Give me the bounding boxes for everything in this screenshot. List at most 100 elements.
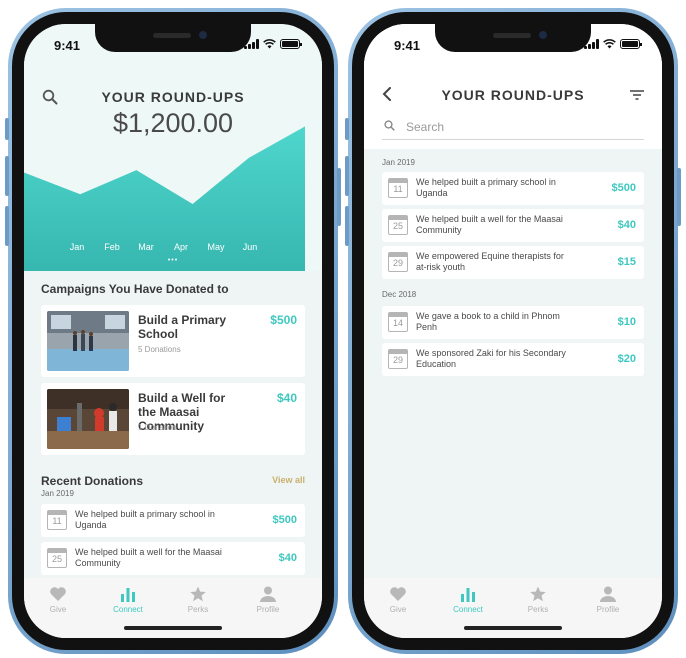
donation-text: We gave a book to a child in Phnom Penh [416, 311, 560, 332]
home-indicator [464, 626, 562, 630]
tab-connect[interactable]: Connect [438, 586, 498, 614]
star-icon [190, 586, 206, 602]
donation-amount: $40 [278, 552, 297, 564]
star-icon [530, 586, 546, 602]
donation-row[interactable]: 11 We helped built a primary school in U… [41, 504, 305, 537]
tab-bar: Give Connect Perks Profile [24, 578, 322, 638]
bezel: YOUR ROUND-UPS Jan 2019 [352, 12, 674, 650]
main-content: Campaigns You Have Donated to Build a Pr… [24, 271, 322, 578]
donation-text: We helped built a primary school in Ugan… [416, 177, 556, 198]
calendar-icon: 29 [388, 252, 408, 272]
roundups-area-chart: Jan Feb Mar Apr May Jun [24, 126, 305, 271]
power-button [337, 168, 341, 226]
calendar-icon: 29 [388, 349, 408, 369]
volume-up-button [5, 156, 9, 196]
donation-text: We empowered Equine therapists for at-ri… [416, 251, 564, 272]
heart-icon [50, 587, 66, 601]
notch [95, 24, 251, 52]
donation-row[interactable]: 25 We helped built a well for the Maasai… [382, 209, 644, 242]
battery-icon [620, 39, 642, 49]
donation-text: We sponsored Zaki for his Secondary Educ… [416, 348, 566, 369]
tab-bar: Give Connect Perks Profile [364, 578, 662, 638]
recent-date: Jan 2019 [41, 489, 74, 498]
donation-row[interactable]: 29 We empowered Equine therapists for at… [382, 246, 644, 279]
person-icon [600, 586, 616, 602]
group-date: Jan 2019 [382, 158, 415, 167]
donation-row[interactable]: 25 We helped built a well for the Maasai… [41, 542, 305, 575]
recent-donations-heading: Recent Donations [41, 474, 144, 488]
status-time: 9:41 [394, 38, 421, 53]
calendar-icon: 11 [47, 510, 67, 530]
home-indicator [124, 626, 222, 630]
donation-text: We helped built a well for the Maasai Co… [75, 547, 222, 568]
person-icon [260, 586, 276, 602]
notch [435, 24, 591, 52]
tab-give[interactable]: Give [28, 586, 88, 614]
donation-amount: $15 [617, 256, 636, 268]
calendar-icon: 11 [388, 178, 408, 198]
x-tick-label: Apr [174, 242, 188, 252]
page-indicator[interactable]: ••• [24, 257, 322, 264]
main-content: YOUR ROUND-UPS Jan 2019 [364, 24, 662, 578]
volume-down-button [5, 206, 9, 246]
heart-icon [390, 587, 406, 601]
campaign-photo-school [47, 311, 129, 371]
battery-icon [280, 39, 302, 49]
mute-switch [5, 118, 9, 140]
donation-row[interactable]: 29 We sponsored Zaki for his Secondary E… [382, 343, 644, 376]
volume-up-button [345, 156, 349, 196]
calendar-icon: 25 [388, 215, 408, 235]
tab-connect[interactable]: Connect [98, 586, 158, 614]
phone-frame-left: 9:41 YOUR ROUND-UPS $1,200.00 Jan Feb Ma… [5, 8, 341, 654]
tab-profile[interactable]: Profile [578, 586, 638, 614]
search-bar [382, 116, 644, 140]
donation-row[interactable]: 14 We gave a book to a child in Phnom Pe… [382, 306, 644, 339]
x-tick-label: Jun [243, 242, 258, 252]
donation-text: We helped built a well for the Maasai Co… [416, 214, 563, 235]
x-tick-label: Feb [104, 242, 120, 252]
bar-chart-icon [461, 588, 475, 602]
view-all-link[interactable]: View all [272, 475, 305, 485]
calendar-icon: 14 [388, 312, 408, 332]
campaign-photo-well [47, 389, 129, 449]
campaign-card[interactable]: Build a Well for the Maasai Community 1 … [41, 383, 305, 455]
page-title: YOUR ROUND-UPS [101, 89, 245, 105]
volume-down-button [345, 206, 349, 246]
screen-round-ups-list: YOUR ROUND-UPS Jan 2019 [364, 24, 662, 638]
x-tick-label: May [207, 242, 225, 252]
donation-row[interactable]: 11 We helped built a primary school in U… [382, 172, 644, 205]
donation-amount: $500 [272, 514, 297, 526]
campaign-card[interactable]: Build a Primary School 5 Donations $500 [41, 305, 305, 377]
bar-chart-icon [121, 588, 135, 602]
x-tick-label: Mar [138, 242, 154, 252]
donation-amount: $10 [617, 316, 636, 328]
donation-text: We helped built a primary school in Ugan… [75, 509, 215, 530]
page-title: YOUR ROUND-UPS [441, 87, 585, 103]
campaign-title: Build a Primary School [138, 313, 227, 341]
campaign-amount: $500 [270, 313, 297, 327]
donation-amount: $40 [617, 219, 636, 231]
tab-perks[interactable]: Perks [508, 586, 568, 614]
search-icon [384, 120, 395, 131]
donation-amount: $20 [617, 353, 636, 365]
filter-icon[interactable] [630, 90, 644, 100]
tab-give[interactable]: Give [368, 586, 428, 614]
calendar-icon: 25 [47, 548, 67, 568]
bezel: 9:41 YOUR ROUND-UPS $1,200.00 Jan Feb Ma… [12, 12, 334, 650]
wifi-icon [263, 39, 276, 49]
phone-frame-right: YOUR ROUND-UPS Jan 2019 [345, 8, 681, 654]
mute-switch [345, 118, 349, 140]
campaign-amount: $40 [276, 391, 297, 405]
campaign-donation-count: 1 Donation [138, 423, 177, 432]
tab-perks[interactable]: Perks [168, 586, 228, 614]
search-input[interactable] [406, 116, 606, 138]
wifi-icon [603, 39, 616, 49]
campaign-donation-count: 5 Donations [138, 345, 181, 354]
tab-profile[interactable]: Profile [238, 586, 298, 614]
status-time: 9:41 [54, 38, 81, 53]
x-tick-label: Jan [70, 242, 85, 252]
campaigns-heading: Campaigns You Have Donated to [41, 282, 229, 296]
screen-round-ups-overview: 9:41 YOUR ROUND-UPS $1,200.00 Jan Feb Ma… [24, 24, 322, 638]
donation-amount: $500 [611, 182, 636, 194]
power-button [677, 168, 681, 226]
